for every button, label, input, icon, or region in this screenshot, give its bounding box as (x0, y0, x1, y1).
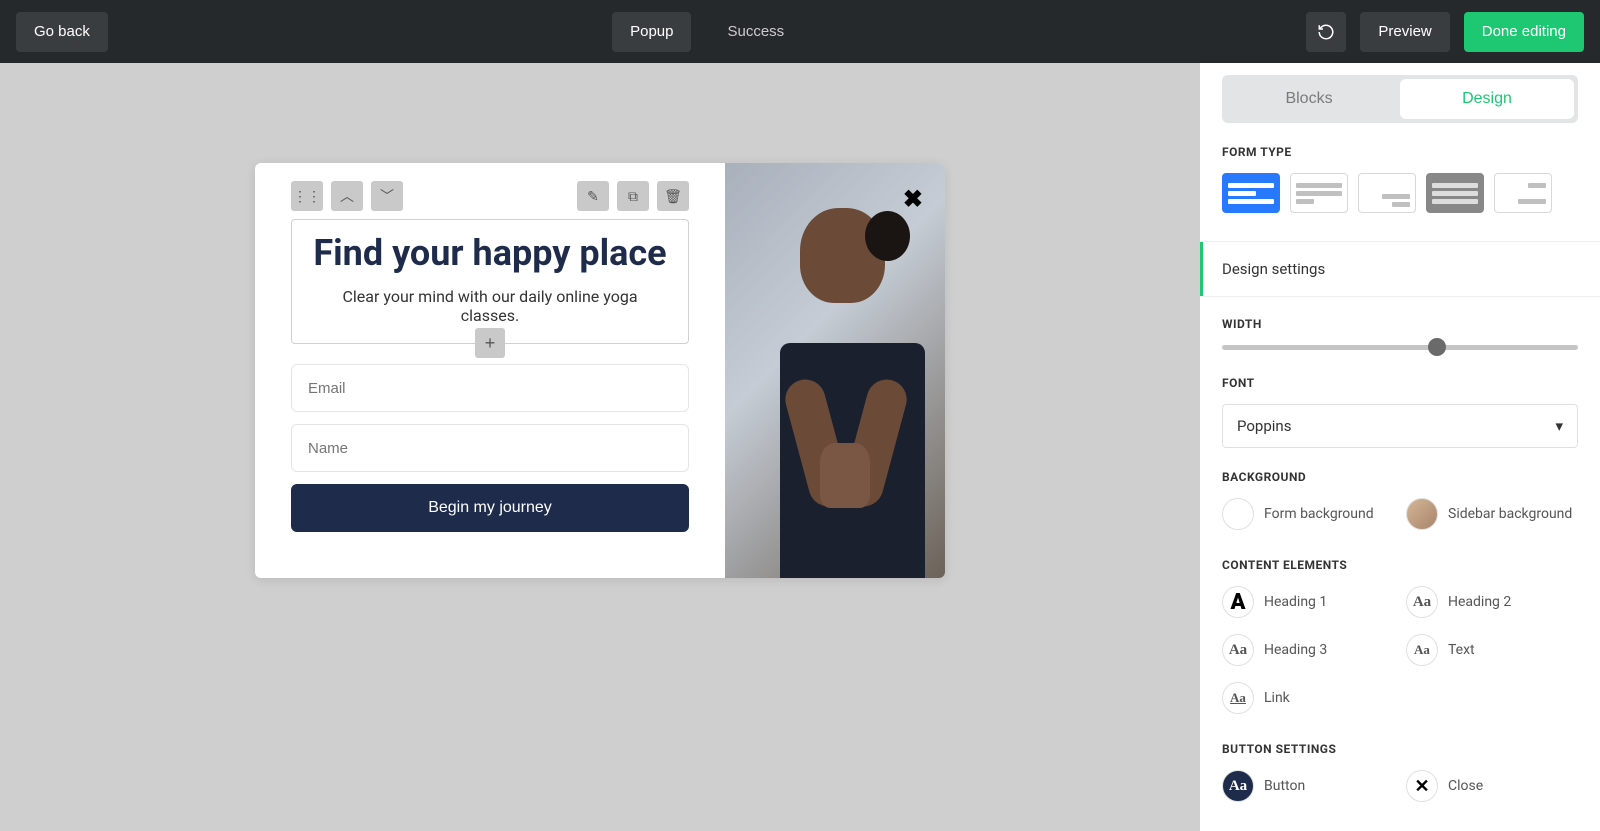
heading2-option[interactable]: Aa Heading 2 (1406, 586, 1578, 618)
tab-blocks[interactable]: Blocks (1222, 75, 1396, 123)
edit-button[interactable]: ✎ (577, 181, 609, 211)
copy-icon: ⧉ (628, 188, 638, 205)
tab-success[interactable]: Success (709, 12, 802, 52)
chevron-up-icon: ︿ (340, 186, 354, 206)
color-swatch-icon (1222, 498, 1254, 530)
tab-popup[interactable]: Popup (612, 12, 691, 52)
close-icon: ✕ (1406, 770, 1438, 802)
image-swatch-icon (1406, 498, 1438, 530)
name-field[interactable] (291, 424, 689, 472)
background-label: BACKGROUND (1222, 470, 1578, 484)
submit-button[interactable]: Begin my journey (291, 484, 689, 532)
email-field[interactable] (291, 364, 689, 412)
width-slider[interactable] (1222, 345, 1578, 350)
font-label: FONT (1222, 376, 1578, 390)
popup-card: ⋮⋮ ︿ ﹀ ✎ ⧉ 🗑 Find your happy place Clear… (255, 163, 945, 578)
heading1-option[interactable]: A Heading 1 (1222, 586, 1394, 618)
form-type-option-4[interactable] (1426, 173, 1484, 213)
chevron-down-icon: ▾ (1555, 417, 1563, 435)
text-option[interactable]: Aa Text (1406, 634, 1578, 666)
form-type-label: FORM TYPE (1222, 145, 1578, 159)
pencil-icon: ✎ (587, 188, 599, 205)
move-up-button[interactable]: ︿ (331, 181, 363, 211)
popup-heading: Find your happy place (312, 232, 668, 275)
drag-icon: ⋮⋮ (293, 188, 321, 205)
close-icon: ✖ (903, 185, 923, 213)
link-icon: Aa (1222, 682, 1254, 714)
heading-block[interactable]: Find your happy place Clear your mind wi… (291, 219, 689, 344)
text-icon: Aa (1406, 634, 1438, 666)
design-settings-header[interactable]: Design settings (1200, 241, 1600, 297)
add-block-button[interactable]: + (475, 328, 505, 358)
form-type-option-3[interactable] (1358, 173, 1416, 213)
done-editing-button[interactable]: Done editing (1464, 12, 1584, 52)
undo-button[interactable] (1306, 12, 1346, 52)
heading-icon: A (1222, 586, 1254, 618)
link-option[interactable]: Aa Link (1222, 682, 1394, 714)
content-elements-label: CONTENT ELEMENTS (1222, 558, 1578, 572)
button-option[interactable]: Aa Button (1222, 770, 1394, 802)
move-down-button[interactable]: ﹀ (371, 181, 403, 211)
canvas: ⋮⋮ ︿ ﹀ ✎ ⧉ 🗑 Find your happy place Clear… (0, 63, 1200, 831)
chevron-down-icon: ﹀ (380, 186, 394, 206)
drag-handle[interactable]: ⋮⋮ (291, 181, 323, 211)
form-type-option-5[interactable] (1494, 173, 1552, 213)
tab-design[interactable]: Design (1400, 79, 1574, 119)
undo-icon (1317, 23, 1335, 41)
heading-icon: Aa (1406, 586, 1438, 618)
preview-button[interactable]: Preview (1360, 12, 1449, 52)
form-type-option-1[interactable] (1222, 173, 1280, 213)
form-background-option[interactable]: Form background (1222, 498, 1394, 530)
heading3-option[interactable]: Aa Heading 3 (1222, 634, 1394, 666)
font-value: Poppins (1237, 417, 1291, 435)
delete-button[interactable]: 🗑 (657, 181, 689, 211)
trash-icon: 🗑 (664, 188, 682, 205)
width-label: WIDTH (1222, 317, 1578, 331)
button-settings-label: BUTTON SETTINGS (1222, 742, 1578, 756)
sidebar-background-option[interactable]: Sidebar background (1406, 498, 1578, 530)
button-icon: Aa (1222, 770, 1254, 802)
popup-subtitle: Clear your mind with our daily online yo… (312, 287, 668, 325)
duplicate-button[interactable]: ⧉ (617, 181, 649, 211)
heading-icon: Aa (1222, 634, 1254, 666)
plus-icon: + (485, 333, 496, 353)
design-sidebar: Blocks Design FORM TYPE Design settings … (1200, 63, 1600, 831)
close-option[interactable]: ✕ Close (1406, 770, 1578, 802)
go-back-button[interactable]: Go back (16, 12, 108, 52)
font-select[interactable]: Poppins ▾ (1222, 404, 1578, 448)
close-button[interactable]: ✖ (903, 185, 923, 213)
width-slider-thumb[interactable] (1428, 338, 1446, 356)
form-type-option-2[interactable] (1290, 173, 1348, 213)
popup-image: ✖ (725, 163, 945, 578)
